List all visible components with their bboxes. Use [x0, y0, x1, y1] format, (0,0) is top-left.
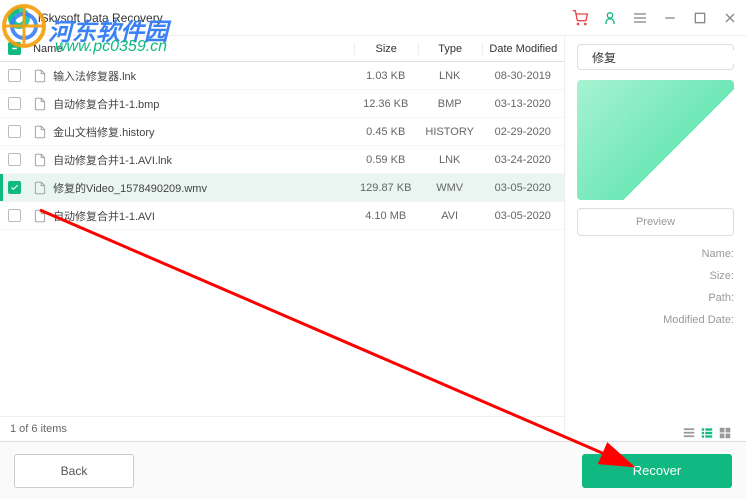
close-icon[interactable]: [722, 10, 738, 26]
select-all-checkbox[interactable]: [8, 42, 21, 55]
file-name: 自动修复合并1-1.AVI: [29, 208, 354, 224]
file-type: AVI: [418, 210, 482, 222]
table-row[interactable]: 自动修复合并1-1.AVI.lnk0.59 KBLNK03-24-2020: [0, 146, 564, 174]
info-modified: Modified Date:: [577, 314, 734, 326]
app-logo: [8, 7, 30, 29]
info-path: Path:: [577, 292, 734, 304]
row-checkbox[interactable]: [8, 209, 21, 222]
search-input[interactable]: [592, 50, 746, 64]
user-icon[interactable]: [602, 10, 618, 26]
column-date[interactable]: Date Modified: [482, 43, 564, 55]
file-size: 0.45 KB: [354, 126, 418, 138]
file-type: HISTORY: [418, 126, 482, 138]
recover-button[interactable]: Recover: [582, 454, 732, 488]
view-list-icon[interactable]: [682, 426, 696, 440]
file-type: LNK: [418, 70, 482, 82]
file-type: WMV: [418, 182, 482, 194]
file-type: BMP: [418, 98, 482, 110]
file-size: 0.59 KB: [354, 154, 418, 166]
search-box: [577, 44, 734, 70]
back-button[interactable]: Back: [14, 454, 134, 488]
file-name: 自动修复合并1-1.bmp: [29, 96, 354, 112]
preview-button[interactable]: Preview: [577, 208, 734, 236]
file-list-panel: Name Size Type Date Modified 输入法修复器.lnk1…: [0, 36, 565, 441]
table-row[interactable]: 输入法修复器.lnk1.03 KBLNK08-30-2019: [0, 62, 564, 90]
row-checkbox[interactable]: [8, 125, 21, 138]
file-name: 输入法修复器.lnk: [29, 68, 354, 84]
preview-thumbnail: [577, 80, 734, 200]
menu-icon[interactable]: [632, 10, 648, 26]
app-title: iSkysoft Data Recovery: [38, 11, 572, 25]
file-size: 4.10 MB: [354, 210, 418, 222]
file-size: 129.87 KB: [354, 182, 418, 194]
row-checkbox[interactable]: [8, 97, 21, 110]
file-date: 03-24-2020: [482, 154, 564, 166]
file-date: 03-13-2020: [482, 98, 564, 110]
column-type[interactable]: Type: [418, 43, 482, 55]
row-checkbox[interactable]: [8, 153, 21, 166]
view-detail-icon[interactable]: [700, 426, 714, 440]
file-type: LNK: [418, 154, 482, 166]
info-name: Name:: [577, 248, 734, 260]
titlebar: iSkysoft Data Recovery: [0, 0, 746, 36]
table-row[interactable]: 金山文档修复.history0.45 KBHISTORY02-29-2020: [0, 118, 564, 146]
table-body: 输入法修复器.lnk1.03 KBLNK08-30-2019自动修复合并1-1.…: [0, 62, 564, 416]
table-row[interactable]: 修复的Video_1578490209.wmv129.87 KBWMV03-05…: [0, 174, 564, 202]
file-name: 修复的Video_1578490209.wmv: [29, 180, 354, 196]
table-row[interactable]: 自动修复合并1-1.AVI4.10 MBAVI03-05-2020: [0, 202, 564, 230]
file-name: 自动修复合并1-1.AVI.lnk: [29, 152, 354, 168]
file-size: 1.03 KB: [354, 70, 418, 82]
info-size: Size:: [577, 270, 734, 282]
table-header: Name Size Type Date Modified: [0, 36, 564, 62]
file-name: 金山文档修复.history: [29, 124, 354, 140]
cart-icon[interactable]: [572, 10, 588, 26]
row-checkbox[interactable]: [8, 181, 21, 194]
details-panel: Preview Name: Size: Path: Modified Date:: [565, 36, 746, 441]
column-name[interactable]: Name: [29, 43, 354, 55]
bottom-bar: Back Recover: [0, 441, 746, 499]
column-size[interactable]: Size: [354, 43, 418, 55]
row-checkbox[interactable]: [8, 69, 21, 82]
maximize-icon[interactable]: [692, 10, 708, 26]
file-date: 03-05-2020: [482, 210, 564, 222]
table-row[interactable]: 自动修复合并1-1.bmp12.36 KBBMP03-13-2020: [0, 90, 564, 118]
file-size: 12.36 KB: [354, 98, 418, 110]
file-date: 08-30-2019: [482, 70, 564, 82]
minimize-icon[interactable]: [662, 10, 678, 26]
status-text: 1 of 6 items: [0, 416, 564, 441]
file-date: 02-29-2020: [482, 126, 564, 138]
view-grid-icon[interactable]: [718, 426, 732, 440]
file-date: 03-05-2020: [482, 182, 564, 194]
